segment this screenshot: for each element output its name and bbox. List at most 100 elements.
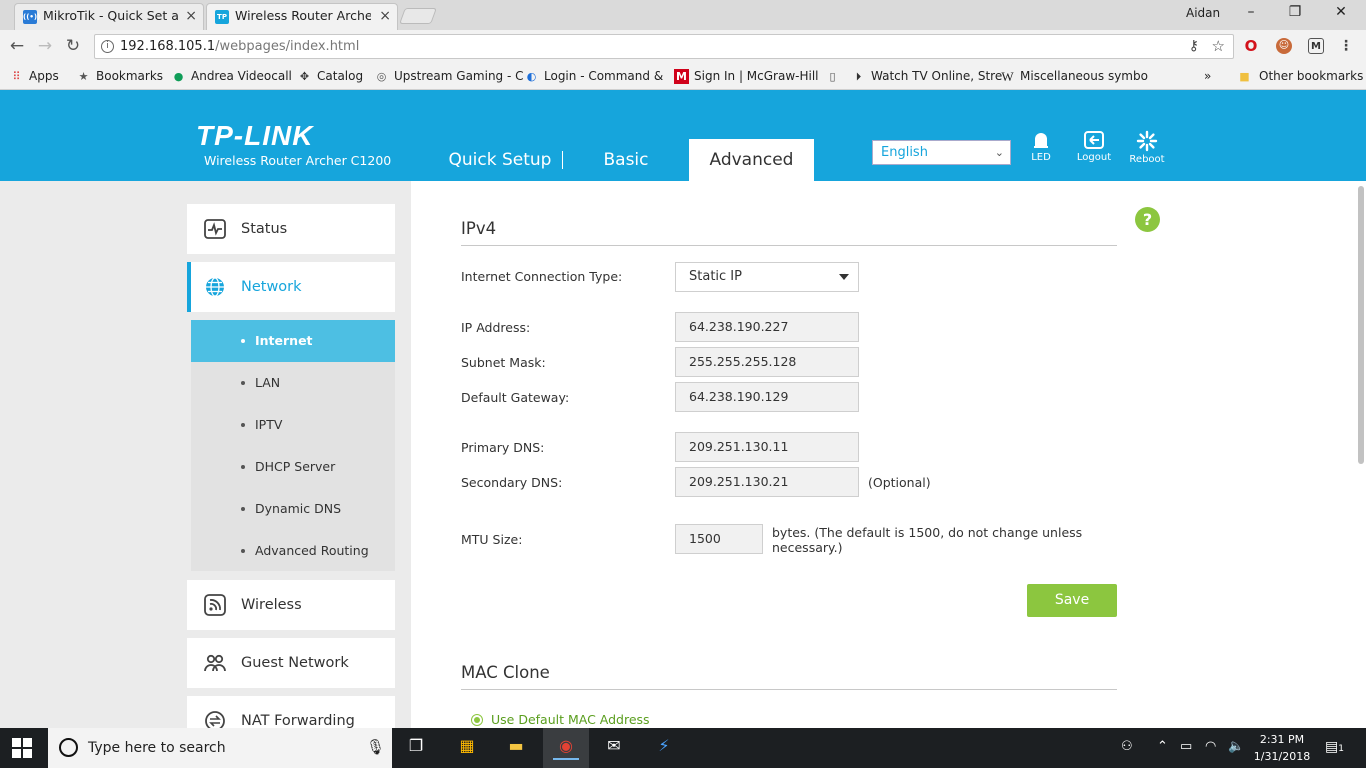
bookmark-apps[interactable]: ⠿ Apps — [9, 68, 59, 85]
subnet-mask-field[interactable]: 255.255.255.128 — [675, 347, 859, 377]
tab-label: MikroTik - Quick Set at a — [43, 8, 179, 23]
task-view-icon[interactable]: ❐ — [403, 736, 429, 760]
close-window-icon[interactable]: ✕ — [1331, 4, 1351, 20]
tab-basic[interactable]: Basic — [580, 139, 672, 181]
bookmark-label: Apps — [29, 69, 59, 83]
save-button[interactable]: Save — [1027, 584, 1117, 617]
opera-icon[interactable]: O — [1243, 38, 1259, 54]
people-icon[interactable]: ⚇ — [1121, 739, 1133, 754]
status-icon — [204, 219, 226, 239]
bookmark-other[interactable]: ■ Other bookmarks — [1237, 68, 1363, 85]
mtu-size-field[interactable]: 1500 — [675, 524, 763, 554]
mtu-note-line1: bytes. (The default is 1500, do not chan… — [772, 525, 1083, 540]
microphone-icon[interactable]: 🎙 — [366, 738, 385, 756]
led-button[interactable]: LED — [1016, 130, 1066, 163]
subitem-label: DHCP Server — [255, 459, 336, 474]
avatar-extension-icon[interactable]: ☺ — [1276, 38, 1292, 54]
default-gateway-field[interactable]: 64.238.190.129 — [675, 382, 859, 412]
reboot-label: Reboot — [1129, 154, 1165, 165]
tab-quick-setup[interactable]: Quick Setup — [443, 139, 557, 181]
windows-start-icon[interactable] — [12, 738, 32, 758]
back-icon[interactable]: ← — [6, 36, 28, 56]
subitem-dynamic-dns[interactable]: Dynamic DNS — [191, 488, 395, 530]
tplink-logo: TP-LINK — [196, 120, 314, 151]
store-icon[interactable]: ▦ — [454, 736, 480, 760]
sidebar-item-status[interactable]: Status — [187, 204, 395, 254]
connection-type-value: Static IP — [689, 269, 742, 284]
volume-icon[interactable]: 🔈 — [1228, 739, 1244, 754]
taskbar-search[interactable]: Type here to search 🎙 — [48, 728, 392, 768]
subitem-lan[interactable]: LAN — [191, 362, 395, 404]
subitem-advanced-routing[interactable]: Advanced Routing — [191, 530, 395, 572]
secondary-dns-label: Secondary DNS: — [461, 475, 563, 490]
mikrotik-icon: ((•)) — [23, 10, 40, 24]
mail-icon[interactable]: ✉ — [601, 736, 627, 760]
key-icon[interactable]: ⚷ — [1189, 38, 1199, 54]
forward-icon[interactable]: → — [34, 36, 56, 56]
help-icon[interactable]: ? — [1135, 207, 1160, 232]
sidebar-item-guest-network[interactable]: Guest Network — [187, 638, 395, 688]
bookmarks-overflow[interactable]: » — [1190, 68, 1211, 85]
bookmark-watchtv[interactable]: ⏵ Watch TV Online, Stre — [851, 68, 1003, 85]
minimize-icon[interactable]: – — [1241, 4, 1261, 20]
default-mac-label[interactable]: Use Default MAC Address — [491, 712, 650, 727]
login-icon: ◐ — [526, 70, 537, 83]
bookmark-star-icon[interactable]: ☆ — [1212, 37, 1225, 55]
battery-icon[interactable]: ▭ — [1180, 739, 1192, 754]
chevron-down-icon: ⌄ — [994, 146, 1004, 159]
default-mac-radio[interactable] — [471, 714, 483, 726]
default-gateway-label: Default Gateway: — [461, 390, 570, 405]
browser-tab-tplink[interactable]: TP Wireless Router Archer C × — [206, 3, 398, 30]
connection-type-select[interactable]: Static IP — [675, 262, 859, 292]
ip-address-field[interactable]: 64.238.190.227 — [675, 312, 859, 342]
secondary-dns-field[interactable]: 209.251.130.21 — [675, 467, 859, 497]
extension-m-icon[interactable]: M — [1308, 38, 1324, 54]
bookmark-misc[interactable]: W Miscellaneous symbo — [1000, 68, 1148, 85]
page-scrollbar[interactable] — [1358, 186, 1364, 464]
main-content: IPv4 ? Internet Connection Type: Static … — [411, 181, 1366, 728]
bookmark-login[interactable]: ◐ Login - Command & — [524, 68, 664, 85]
info-icon[interactable]: i — [101, 40, 114, 53]
menu-icon[interactable]: ⋮ — [1338, 38, 1354, 54]
close-tab-icon[interactable]: × — [185, 4, 197, 28]
bookmark-bookmarks[interactable]: ★ Bookmarks — [76, 68, 163, 85]
bullet — [241, 381, 245, 385]
clock[interactable]: 2:31 PM 1/31/2018 — [1250, 731, 1314, 765]
browser-tab-mikrotik[interactable]: ((•)) MikroTik - Quick Set at a × — [14, 3, 204, 30]
catalog-icon: ✥ — [299, 70, 310, 83]
page-icon: ▯ — [829, 70, 836, 83]
chrome-icon[interactable]: ◉ — [553, 736, 579, 760]
action-center-icon[interactable]: ▤1 — [1325, 739, 1344, 755]
bullet — [241, 507, 245, 511]
language-select[interactable]: English ⌄ — [872, 140, 1011, 165]
folder-icon: ■ — [1239, 70, 1250, 83]
primary-dns-field[interactable]: 209.251.130.11 — [675, 432, 859, 462]
subitem-iptv[interactable]: IPTV — [191, 404, 395, 446]
sidebar-item-wireless[interactable]: Wireless — [187, 580, 395, 630]
tab-advanced[interactable]: Advanced — [689, 139, 814, 181]
file-explorer-icon[interactable]: ▬ — [503, 736, 529, 760]
logout-button[interactable]: Logout — [1069, 130, 1119, 163]
bookmark-mcgraw[interactable]: M Sign In | McGraw-Hill — [674, 68, 819, 85]
bookmark-andrea[interactable]: ● Andrea Videocall — [171, 68, 292, 85]
subitem-dhcp-server[interactable]: DHCP Server — [191, 446, 395, 488]
bookmark-upstream[interactable]: ◎ Upstream Gaming - C — [374, 68, 524, 85]
primary-dns-label: Primary DNS: — [461, 440, 545, 455]
bookmark-catalog[interactable]: ✥ Catalog — [297, 68, 363, 85]
sidebar-item-nat-forwarding[interactable]: NAT Forwarding — [187, 696, 395, 728]
sidebar-item-label: Guest Network — [241, 655, 349, 671]
omnibox[interactable]: i 192.168.105.1/webpages/index.html ⚷ ☆ — [94, 34, 1234, 59]
reboot-button[interactable]: Reboot — [1122, 130, 1172, 165]
close-tab-icon[interactable]: × — [379, 4, 391, 28]
chevron-up-icon[interactable]: ⌃ — [1157, 739, 1168, 754]
url-text[interactable]: 192.168.105.1/webpages/index.html — [120, 39, 359, 54]
sidebar-item-network[interactable]: Network — [187, 262, 395, 312]
subitem-internet[interactable]: Internet — [191, 320, 395, 362]
profile-name[interactable]: Aidan — [1186, 6, 1220, 20]
bookmark-page[interactable]: ▯ — [825, 68, 840, 85]
network-app-icon[interactable]: ⚡ — [651, 736, 677, 760]
new-tab-button[interactable] — [399, 8, 437, 24]
reload-icon[interactable]: ↻ — [62, 36, 84, 56]
restore-icon[interactable]: ❐ — [1285, 4, 1305, 20]
wifi-icon[interactable]: ◠ — [1205, 739, 1216, 754]
